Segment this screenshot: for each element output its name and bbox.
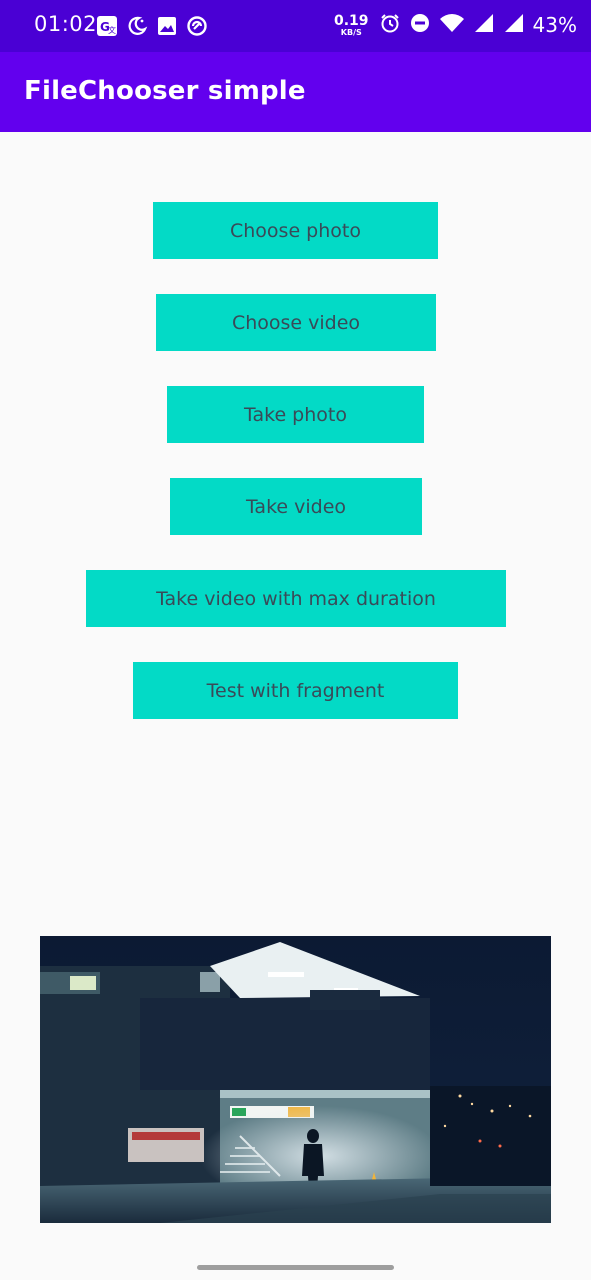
choose-photo-button[interactable]: Choose photo bbox=[153, 202, 438, 259]
test-with-fragment-button[interactable]: Test with fragment bbox=[133, 662, 458, 719]
dnd-minus-icon bbox=[409, 12, 431, 38]
gesture-nav-handle[interactable] bbox=[197, 1265, 394, 1270]
take-photo-button[interactable]: Take photo bbox=[167, 386, 424, 443]
do-not-disturb-moon-icon bbox=[126, 15, 148, 37]
sync-circle-icon bbox=[186, 15, 208, 37]
take-video-max-duration-button[interactable]: Take video with max duration bbox=[86, 570, 506, 627]
svg-text:文: 文 bbox=[108, 25, 116, 35]
wifi-icon bbox=[439, 12, 465, 38]
signal-icon bbox=[473, 12, 495, 38]
night-building-photo bbox=[40, 936, 551, 1223]
network-speed-unit: KB/S bbox=[340, 27, 362, 37]
app-bar: FileChooser simple bbox=[0, 52, 591, 132]
signal-icon-2 bbox=[503, 12, 525, 38]
status-bar: 01:02 G 文 0.19 KB/S 43% bbox=[0, 0, 591, 52]
notification-icons: G 文 bbox=[96, 15, 208, 37]
translate-icon: G 文 bbox=[96, 15, 118, 37]
system-icons: 0.19 KB/S 43% bbox=[334, 12, 577, 38]
status-time: 01:02 bbox=[34, 12, 98, 36]
network-speed: 0.19 KB/S bbox=[334, 14, 369, 37]
battery-percent: 43% bbox=[532, 13, 577, 37]
image-icon bbox=[156, 15, 178, 37]
alarm-icon bbox=[379, 12, 401, 38]
choose-video-button[interactable]: Choose video bbox=[156, 294, 436, 351]
take-video-button[interactable]: Take video bbox=[170, 478, 422, 535]
app-title: FileChooser simple bbox=[24, 76, 306, 106]
network-speed-value: 0.19 bbox=[334, 12, 369, 29]
preview-image bbox=[40, 936, 551, 1223]
